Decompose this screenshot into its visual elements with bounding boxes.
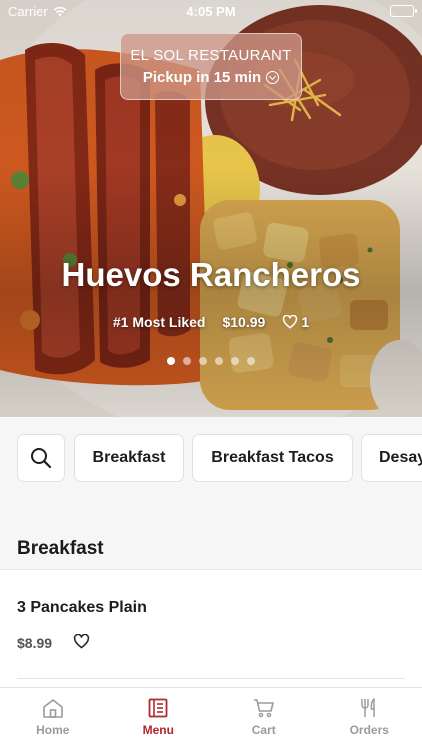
search-button[interactable] [17,434,65,482]
tab-cart[interactable]: Cart [211,688,317,750]
fork-knife-icon [361,698,375,717]
tab-orders[interactable]: Orders [317,688,422,750]
carousel-dot[interactable] [231,357,239,365]
menu-icon [148,698,168,718]
chevron-down-icon [266,71,280,84]
featured-dish-meta: #1 Most Liked $10.99 1 [0,314,422,330]
hero-banner[interactable]: Carrier 4:05 PM EL SOL RESTAURANT Pickup… [0,0,422,417]
like-button[interactable]: 1 [282,314,309,330]
category-chip-breakfast[interactable]: Breakfast [74,434,184,482]
battery-icon [390,5,417,17]
category-chip-desayunos[interactable]: Desay [361,434,422,482]
category-chip-breakfast-tacos[interactable]: Breakfast Tacos [192,434,353,482]
status-bar: Carrier 4:05 PM [0,0,422,22]
section-title: Breakfast [17,538,104,559]
tab-label: Menu [142,723,174,737]
menu-item-name: 3 Pancakes Plain [17,599,147,616]
menu-item[interactable]: 3 Pancakes Plain $8.99 [0,570,422,678]
heart-icon [283,315,298,329]
tab-bar: Home Menu Cart Orders [0,687,422,750]
rank-label: #1 Most Liked [112,314,206,330]
carousel-dot[interactable] [183,357,191,365]
tab-label: Home [36,723,70,737]
tab-menu[interactable]: Menu [106,688,212,750]
carousel-dot[interactable] [215,357,223,365]
pickup-time: Pickup in 15 min [142,69,262,86]
carousel-dot[interactable] [199,357,207,365]
carousel-dot[interactable] [247,357,255,365]
tab-label: Cart [251,723,276,737]
like-count: 1 [301,314,310,330]
tab-label: Orders [349,723,389,737]
featured-price: $10.99 [222,314,266,330]
featured-dish-title: Huevos Rancheros [61,256,361,293]
home-icon [42,699,63,718]
search-icon [31,448,52,469]
divider [17,678,405,679]
carousel-dots[interactable] [0,357,422,365]
menu-item-price: $8.99 [17,635,53,651]
heart-icon[interactable] [73,634,90,649]
cart-icon [253,699,274,718]
restaurant-name: EL SOL RESTAURANT [130,47,292,64]
tab-home[interactable]: Home [0,688,106,750]
category-bar: Breakfast Breakfast Tacos Desay [0,417,422,499]
menu-item-list: 3 Pancakes Plain $8.99 [0,569,422,687]
carousel-dot[interactable] [167,357,175,365]
clock: 4:05 PM [186,4,236,19]
restaurant-pickup-selector[interactable]: EL SOL RESTAURANT Pickup in 15 min [120,33,302,100]
